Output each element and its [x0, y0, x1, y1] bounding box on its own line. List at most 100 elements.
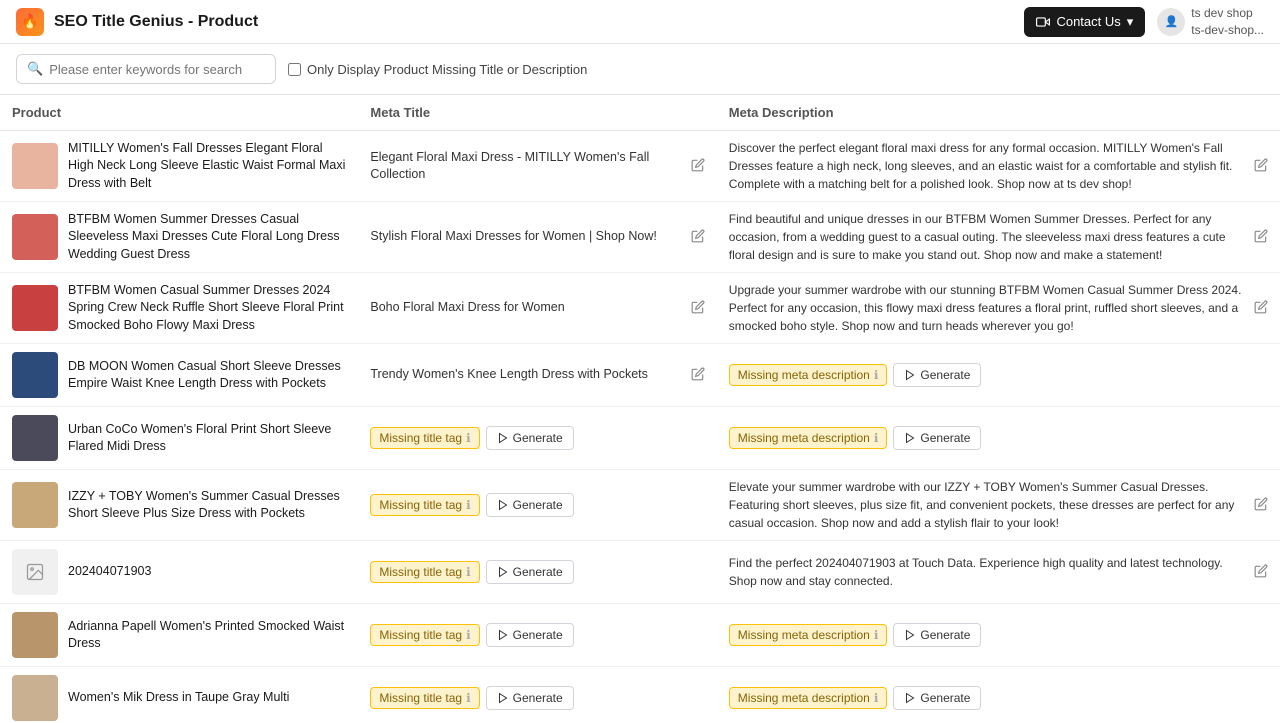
user-text: ts dev shop ts-dev-shop... [1191, 5, 1264, 39]
missing-title-badge: Missing title tag ℹ [370, 624, 479, 646]
meta-title-text: Stylish Floral Maxi Dresses for Women | … [370, 228, 684, 246]
app-logo: 🔥 [16, 8, 44, 36]
table-row: 202404071903 Missing title tag ℹ Generate… [0, 541, 1280, 604]
meta-title-text: Boho Floral Maxi Dress for Women [370, 299, 684, 317]
meta-desc-cell: Discover the perfect elegant floral maxi… [729, 139, 1268, 193]
meta-desc-cell: Elevate your summer wardrobe with our IZ… [729, 478, 1268, 532]
meta-desc-text: Discover the perfect elegant floral maxi… [729, 139, 1248, 193]
desc-action-group: Missing meta description ℹ Generate [729, 363, 1268, 387]
meta-desc-text: Find the perfect 202404071903 at Touch D… [729, 554, 1248, 590]
product-cell: BTFBM Women Summer Dresses Casual Sleeve… [12, 211, 346, 264]
desc-action-group: Missing meta description ℹ Generate [729, 623, 1268, 647]
product-cell: IZZY + TOBY Women's Summer Casual Dresse… [12, 482, 346, 528]
product-img [12, 482, 58, 528]
generate-desc-button[interactable]: Generate [893, 426, 981, 450]
search-input[interactable] [49, 62, 265, 77]
edit-desc-icon[interactable] [1254, 158, 1268, 175]
meta-title-cell: Boho Floral Maxi Dress for Women [370, 299, 704, 317]
missing-desc-badge: Missing meta description ℹ [729, 364, 888, 386]
product-name: BTFBM Women Casual Summer Dresses 2024 S… [68, 282, 346, 335]
product-placeholder-img [12, 549, 58, 595]
product-cell: BTFBM Women Casual Summer Dresses 2024 S… [12, 282, 346, 335]
product-img [12, 285, 58, 331]
avatar: 👤 [1157, 8, 1185, 36]
product-img [12, 612, 58, 658]
title-action-group: Missing title tag ℹ Generate [370, 560, 704, 584]
products-table: Product Meta Title Meta Description MITI… [0, 95, 1280, 723]
product-cell: DB MOON Women Casual Short Sleeve Dresse… [12, 352, 346, 398]
product-name: BTFBM Women Summer Dresses Casual Sleeve… [68, 211, 346, 264]
chevron-down-icon: ▾ [1127, 14, 1134, 30]
table-header-row: Product Meta Title Meta Description [0, 95, 1280, 131]
title-action-group: Missing title tag ℹ Generate [370, 623, 704, 647]
meta-desc-cell: Upgrade your summer wardrobe with our st… [729, 281, 1268, 335]
generate-desc-button[interactable]: Generate [893, 623, 981, 647]
filter-checkbox-label[interactable]: Only Display Product Missing Title or De… [288, 62, 587, 77]
edit-icon[interactable] [691, 158, 705, 175]
table-row: DB MOON Women Casual Short Sleeve Dresse… [0, 344, 1280, 407]
missing-title-badge: Missing title tag ℹ [370, 561, 479, 583]
edit-desc-icon[interactable] [1254, 300, 1268, 317]
generate-title-button[interactable]: Generate [486, 426, 574, 450]
product-img [12, 352, 58, 398]
table-container: Product Meta Title Meta Description MITI… [0, 95, 1280, 723]
search-box[interactable]: 🔍 [16, 54, 276, 84]
edit-desc-icon[interactable] [1254, 229, 1268, 246]
edit-desc-icon[interactable] [1254, 564, 1268, 581]
page-title: SEO Title Genius - Product [54, 13, 258, 31]
product-img [12, 214, 58, 260]
product-name: Adrianna Papell Women's Printed Smocked … [68, 618, 346, 653]
generate-title-button[interactable]: Generate [486, 686, 574, 710]
generate-title-button[interactable]: Generate [486, 560, 574, 584]
table-row: BTFBM Women Casual Summer Dresses 2024 S… [0, 273, 1280, 344]
contact-us-button[interactable]: Contact Us ▾ [1024, 7, 1145, 37]
generate-desc-button[interactable]: Generate [893, 363, 981, 387]
missing-title-badge: Missing title tag ℹ [370, 687, 479, 709]
meta-desc-text: Elevate your summer wardrobe with our IZ… [729, 478, 1248, 532]
product-name: IZZY + TOBY Women's Summer Casual Dresse… [68, 488, 346, 523]
product-img [12, 143, 58, 189]
desc-action-group: Missing meta description ℹ Generate [729, 686, 1268, 710]
generate-desc-button[interactable]: Generate [893, 686, 981, 710]
header-left: 🔥 SEO Title Genius - Product [16, 8, 258, 36]
search-icon: 🔍 [27, 61, 43, 77]
meta-desc-text: Upgrade your summer wardrobe with our st… [729, 281, 1248, 335]
edit-icon[interactable] [691, 300, 705, 317]
edit-icon[interactable] [691, 229, 705, 246]
meta-desc-cell: Find the perfect 202404071903 at Touch D… [729, 554, 1268, 590]
product-cell: Adrianna Papell Women's Printed Smocked … [12, 612, 346, 658]
col-header-meta-title: Meta Title [358, 95, 716, 131]
meta-title-text: Elegant Floral Maxi Dress - MITILLY Wome… [370, 149, 684, 184]
meta-desc-text: Find beautiful and unique dresses in our… [729, 210, 1248, 264]
product-cell: 202404071903 [12, 549, 346, 595]
user-info: 👤 ts dev shop ts-dev-shop... [1157, 5, 1264, 39]
header: 🔥 SEO Title Genius - Product Contact Us … [0, 0, 1280, 44]
generate-title-button[interactable]: Generate [486, 493, 574, 517]
generate-title-button[interactable]: Generate [486, 623, 574, 647]
product-name: 202404071903 [68, 563, 151, 581]
missing-title-badge: Missing title tag ℹ [370, 494, 479, 516]
desc-action-group: Missing meta description ℹ Generate [729, 426, 1268, 450]
product-img [12, 675, 58, 721]
filter-checkbox[interactable] [288, 63, 301, 76]
header-right: Contact Us ▾ 👤 ts dev shop ts-dev-shop..… [1024, 5, 1264, 39]
table-row: Urban CoCo Women's Floral Print Short Sl… [0, 407, 1280, 470]
edit-icon[interactable] [691, 367, 705, 384]
table-row: Adrianna Papell Women's Printed Smocked … [0, 604, 1280, 667]
product-name: DB MOON Women Casual Short Sleeve Dresse… [68, 358, 346, 393]
product-img [12, 415, 58, 461]
product-cell: Women's Mik Dress in Taupe Gray Multi [12, 675, 346, 721]
table-row: Women's Mik Dress in Taupe Gray Multi Mis… [0, 667, 1280, 723]
product-name: Urban CoCo Women's Floral Print Short Sl… [68, 421, 346, 456]
table-row: IZZY + TOBY Women's Summer Casual Dresse… [0, 470, 1280, 541]
table-row: MITILLY Women's Fall Dresses Elegant Flo… [0, 131, 1280, 202]
product-name: Women's Mik Dress in Taupe Gray Multi [68, 689, 289, 707]
missing-title-badge: Missing title tag ℹ [370, 427, 479, 449]
toolbar: 🔍 Only Display Product Missing Title or … [0, 44, 1280, 95]
table-row: BTFBM Women Summer Dresses Casual Sleeve… [0, 202, 1280, 273]
meta-title-cell: Trendy Women's Knee Length Dress with Po… [370, 366, 704, 384]
edit-desc-icon[interactable] [1254, 497, 1268, 514]
video-icon [1036, 15, 1050, 29]
meta-title-cell: Stylish Floral Maxi Dresses for Women | … [370, 228, 704, 246]
missing-desc-badge: Missing meta description ℹ [729, 427, 888, 449]
